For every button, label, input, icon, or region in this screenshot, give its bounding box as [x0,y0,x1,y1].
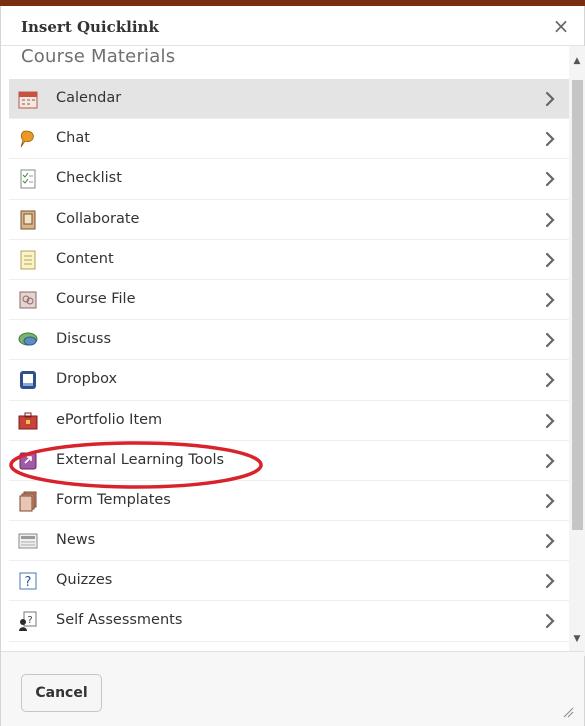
scroll-up-arrow-icon[interactable]: ▲ [569,56,585,70]
quicklink-item-discuss[interactable]: Discuss [9,320,569,361]
chevron-right-icon [543,412,557,430]
collaborate-icon [17,209,39,231]
quicklink-item-label: Content [56,250,114,267]
chevron-right-icon [543,371,557,389]
svg-text:?: ? [25,575,32,590]
svg-text:?: ? [27,615,32,626]
quicklink-item-label: Form Templates [56,491,171,508]
external-tools-icon [17,450,39,472]
checklist-icon [17,168,39,190]
quicklink-list: Calendar Chat Checklist Collaborate Content C… [9,79,569,654]
scrollbar[interactable]: ▲ ▼ [569,46,585,656]
course-file-icon [17,289,39,311]
chevron-right-icon [543,492,557,510]
chevron-right-icon [543,452,557,470]
quicklink-item-label: Quizzes [56,572,113,589]
quicklink-item-course-file[interactable]: Course File [9,280,569,321]
eportfolio-icon [17,410,39,432]
quicklink-item-self-assessments[interactable]: ? Self Assessments [9,601,569,642]
cancel-button[interactable]: Cancel [21,674,102,712]
chevron-right-icon [543,572,557,590]
quicklink-item-quizzes[interactable]: ? Quizzes [9,561,569,602]
quicklink-item-eportfolio-item[interactable]: ePortfolio Item [9,401,569,441]
form-templates-icon [17,490,39,512]
quicklink-item-chat[interactable]: Chat [9,119,569,160]
quicklink-item-external-learning-tools[interactable]: External Learning Tools [9,441,569,481]
quicklink-item-label: News [56,532,96,549]
quicklink-item-label: Discuss [56,331,112,348]
chevron-right-icon [543,211,557,229]
dialog-title: Insert Quicklink [21,18,159,36]
chevron-right-icon [543,612,557,630]
chat-icon [17,128,39,150]
quicklink-item-label: Chat [56,130,90,147]
quicklink-item-calendar[interactable]: Calendar [9,79,569,120]
chevron-right-icon [543,532,557,550]
chevron-right-icon [543,90,557,108]
quicklink-item-label: Checklist [56,170,122,187]
scroll-down-arrow-icon[interactable]: ▼ [569,634,585,648]
quicklink-item-label: Dropbox [56,371,118,388]
insert-quicklink-dialog: Insert Quicklink × Course Materials Cale… [0,6,585,726]
scroll-thumb[interactable] [572,80,583,530]
chevron-right-icon [543,251,557,269]
quicklink-item-news[interactable]: News [9,521,569,562]
news-icon [17,530,39,552]
quicklink-item-label: Calendar [56,90,122,106]
dialog-footer: Cancel [1,651,584,726]
chevron-right-icon [543,331,557,349]
dropbox-icon [17,369,39,391]
calendar-icon [17,88,39,110]
quicklink-item-label: Course File [56,290,136,307]
section-title: Course Materials [21,46,176,67]
quicklink-item-label: ePortfolio Item [56,411,163,428]
dialog-header: Insert Quicklink × [1,6,584,46]
self-assessments-icon: ? [17,610,39,632]
discuss-icon [17,329,39,351]
close-icon[interactable]: × [550,15,572,37]
quicklink-item-checklist[interactable]: Checklist [9,159,569,200]
chevron-right-icon [543,170,557,188]
chevron-right-icon [543,130,557,148]
quicklink-item-dropbox[interactable]: Dropbox [9,360,569,401]
quicklink-item-collaborate[interactable]: Collaborate [9,200,569,240]
quicklink-item-label: Collaborate [56,210,140,227]
content-icon [17,249,39,271]
quicklink-item-form-templates[interactable]: Form Templates [9,481,569,522]
quicklink-item-label: Self Assessments [56,612,183,629]
quicklink-item-content[interactable]: Content [9,240,569,280]
chevron-right-icon [543,291,557,309]
quizzes-icon: ? [17,570,39,592]
quicklink-item-label: External Learning Tools [56,451,225,468]
resize-grip-icon[interactable] [562,706,574,718]
